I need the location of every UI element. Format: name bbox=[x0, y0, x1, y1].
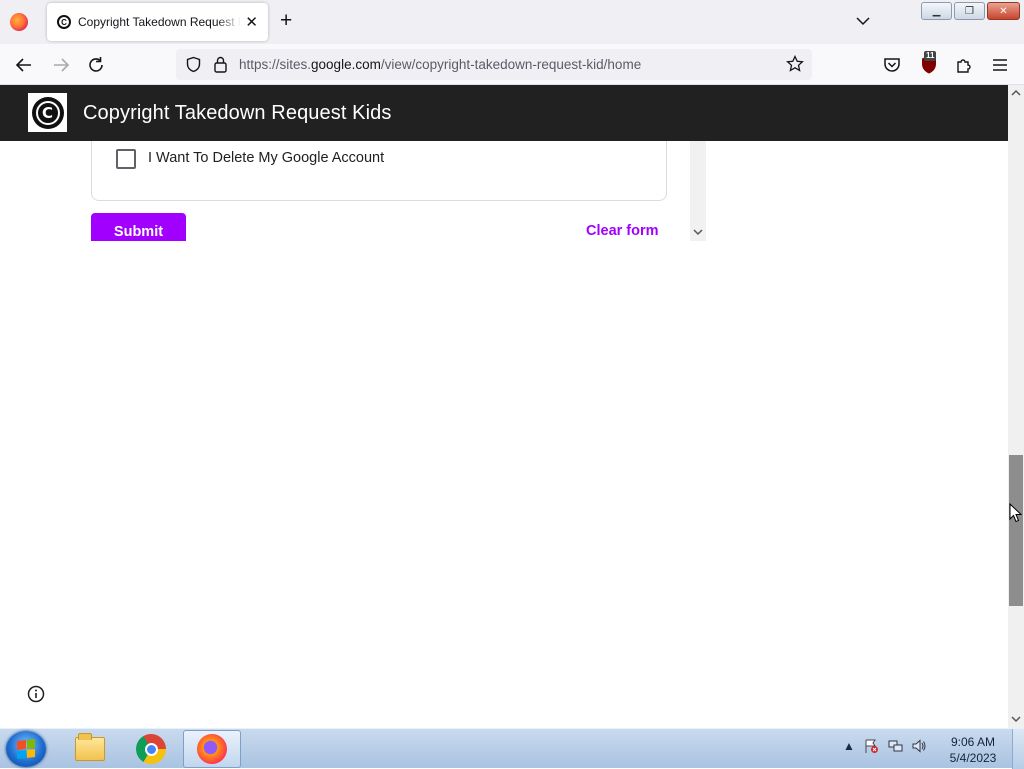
browser-tab-strip: C Copyright Takedown Request Kids ✕ + ▁ … bbox=[0, 0, 1024, 44]
browser-navigation-bar: https://sites.google.com/view/copyright-… bbox=[0, 44, 1024, 85]
address-bar[interactable]: https://sites.google.com/view/copyright-… bbox=[176, 49, 812, 80]
tab-title: Copyright Takedown Request Kids bbox=[78, 15, 241, 29]
taskbar-firefox[interactable] bbox=[183, 730, 241, 768]
start-button[interactable] bbox=[6, 731, 46, 767]
action-center-flag-icon[interactable] bbox=[863, 738, 879, 754]
show-hidden-icons-icon[interactable]: ▲ bbox=[843, 739, 855, 753]
network-icon[interactable] bbox=[887, 738, 903, 754]
restore-button[interactable]: ❐ bbox=[954, 2, 985, 20]
reload-icon[interactable] bbox=[85, 54, 107, 76]
embedded-google-form: I Want To Delete My Google Account Submi… bbox=[0, 141, 708, 241]
clear-form-button[interactable]: Clear form bbox=[586, 223, 659, 239]
show-desktop-button[interactable] bbox=[1012, 729, 1024, 769]
close-window-button[interactable]: ✕ bbox=[987, 2, 1020, 20]
checkbox-label[interactable]: I Want To Delete My Google Account bbox=[148, 150, 384, 166]
pocket-icon[interactable] bbox=[881, 54, 903, 76]
mouse-cursor-icon bbox=[1009, 503, 1022, 523]
scroll-down-arrow-icon[interactable] bbox=[693, 227, 703, 237]
windows-taskbar: ▲ 9:06 AM 5/4/2023 bbox=[0, 728, 1024, 769]
volume-icon[interactable] bbox=[911, 738, 927, 754]
site-logo[interactable]: C bbox=[28, 93, 67, 132]
folder-icon bbox=[75, 733, 105, 761]
star-bookmark-icon[interactable] bbox=[786, 55, 804, 73]
taskbar-chrome[interactable] bbox=[122, 730, 180, 768]
taskbar-explorer[interactable] bbox=[61, 730, 119, 768]
window-controls: ▁ ❐ ✕ bbox=[921, 2, 1020, 20]
forward-arrow-icon[interactable] bbox=[50, 54, 72, 76]
url-text[interactable]: https://sites.google.com/view/copyright-… bbox=[239, 57, 641, 72]
question-card: I Want To Delete My Google Account bbox=[91, 141, 667, 201]
delete-account-checkbox[interactable] bbox=[116, 149, 136, 169]
clock-date: 5/4/2023 bbox=[949, 751, 997, 765]
extension-badge: 11 bbox=[924, 51, 937, 61]
minimize-button[interactable]: ▁ bbox=[921, 2, 952, 20]
hamburger-menu-icon[interactable] bbox=[989, 54, 1011, 76]
chrome-icon bbox=[136, 734, 166, 764]
page-scrollbar[interactable] bbox=[1008, 85, 1024, 728]
shield-icon[interactable] bbox=[185, 56, 202, 73]
windows-logo-icon bbox=[17, 739, 35, 759]
scrollbar-thumb[interactable] bbox=[1009, 455, 1023, 606]
system-tray: ▲ bbox=[843, 738, 927, 754]
tab-copyright-takedown[interactable]: C Copyright Takedown Request Kids ✕ bbox=[47, 3, 268, 41]
extensions-puzzle-icon[interactable] bbox=[953, 54, 975, 76]
web-page: C Copyright Takedown Request Kids I Want… bbox=[0, 85, 1008, 728]
list-all-tabs-icon[interactable] bbox=[856, 14, 870, 28]
scroll-down-arrow-icon[interactable] bbox=[1011, 714, 1021, 724]
taskbar-clock[interactable]: 9:06 AM 5/4/2023 bbox=[940, 734, 1006, 766]
info-icon[interactable] bbox=[27, 685, 45, 703]
copyright-icon: C bbox=[57, 15, 71, 29]
site-header: C Copyright Takedown Request Kids bbox=[0, 85, 1008, 141]
site-title[interactable]: Copyright Takedown Request Kids bbox=[83, 102, 391, 125]
firefox-icon bbox=[197, 734, 227, 764]
clock-time: 9:06 AM bbox=[950, 735, 996, 749]
submit-button[interactable]: Submit bbox=[91, 213, 186, 241]
close-tab-icon[interactable]: ✕ bbox=[245, 15, 258, 30]
new-tab-button[interactable]: + bbox=[280, 10, 292, 31]
back-arrow-icon[interactable] bbox=[13, 54, 35, 76]
embed-scrollbar[interactable] bbox=[690, 141, 706, 241]
copyright-logo-icon: C bbox=[31, 96, 64, 129]
firefox-icon[interactable] bbox=[10, 13, 28, 31]
lock-icon[interactable] bbox=[213, 55, 228, 73]
scroll-up-arrow-icon[interactable] bbox=[1011, 88, 1021, 98]
